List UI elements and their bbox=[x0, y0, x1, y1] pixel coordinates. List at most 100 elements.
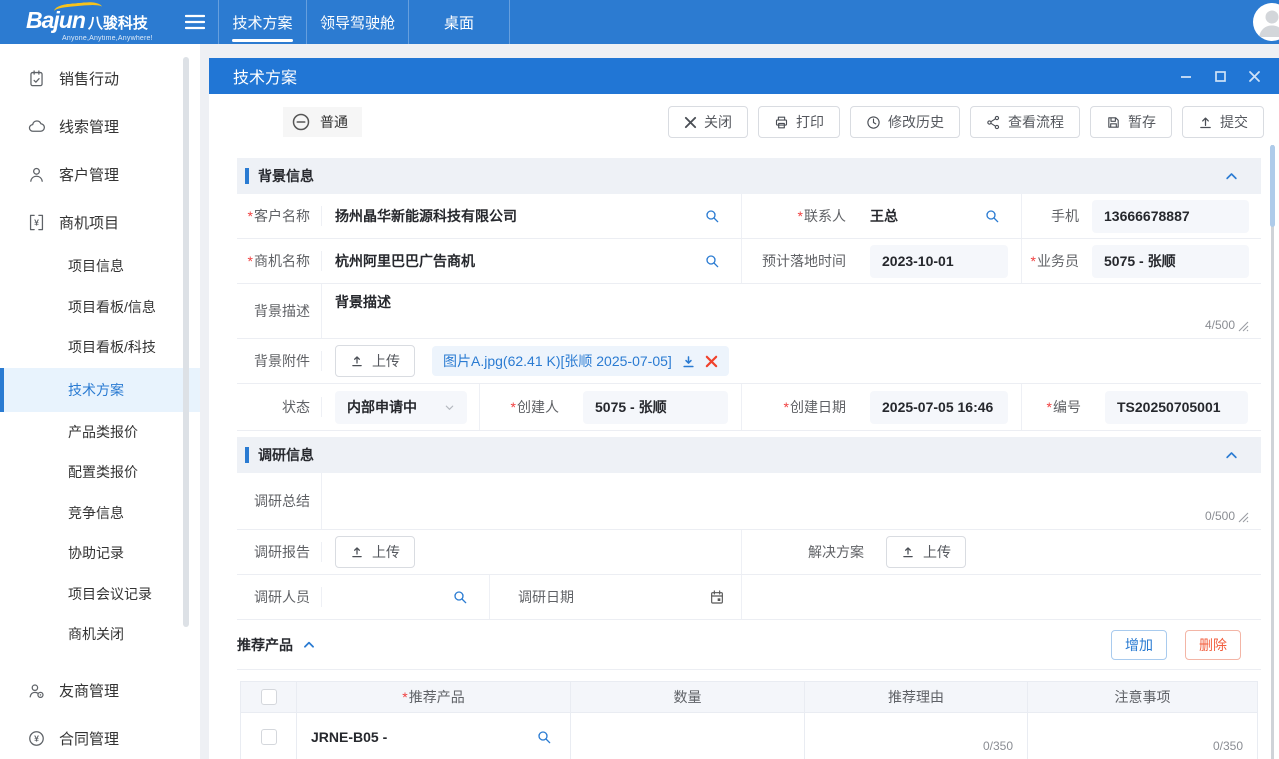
background-desc-label: 背景描述 bbox=[237, 284, 322, 338]
sidebar-scrollbar[interactable] bbox=[183, 57, 189, 627]
search-icon[interactable] bbox=[704, 208, 720, 224]
chevron-up-icon[interactable] bbox=[1224, 448, 1239, 463]
save-draft-button[interactable]: 暂存 bbox=[1090, 106, 1172, 138]
close-button[interactable]: 关闭 bbox=[668, 106, 748, 138]
window-scrollbar-track[interactable] bbox=[1271, 145, 1274, 759]
sidebar-item-opportunity-close[interactable]: 商机关闭 bbox=[0, 614, 200, 655]
opportunity-name-label: *商机名称 bbox=[237, 251, 322, 271]
contact-field[interactable]: 王总 bbox=[857, 194, 1022, 238]
tab-leader-cockpit[interactable]: 领导驾驶舱 bbox=[306, 0, 408, 44]
created-date-value[interactable]: 2025-07-05 16:46 bbox=[870, 391, 1008, 424]
background-desc-textarea[interactable]: 背景描述 4/500 bbox=[322, 284, 1261, 338]
minimize-icon[interactable] bbox=[1179, 69, 1193, 83]
window-scrollbar-thumb[interactable] bbox=[1270, 145, 1275, 227]
sidebar-item-leads[interactable]: 线索管理 bbox=[0, 102, 200, 150]
tab-desktop[interactable]: 桌面 bbox=[408, 0, 510, 44]
sidebar-item-config-quote[interactable]: 配置类报价 bbox=[0, 452, 200, 493]
sidebar-item-board-info[interactable]: 项目看板/信息 bbox=[0, 287, 200, 328]
tab-tech-proposal[interactable]: 技术方案 bbox=[218, 0, 306, 44]
sidebar-item-sales-action[interactable]: 销售行动 bbox=[0, 54, 200, 102]
yen-circle-icon: ¥ bbox=[27, 729, 59, 748]
workspace: 技术方案 普通 关闭 bbox=[200, 44, 1279, 759]
creator-value[interactable]: 5075 - 张顺 bbox=[583, 391, 728, 424]
caret-down-icon bbox=[444, 402, 455, 413]
upload-button[interactable]: 上传 bbox=[335, 345, 415, 377]
salesman-value[interactable]: 5075 - 张顺 bbox=[1092, 245, 1249, 278]
mobile-value[interactable]: 13666678887 bbox=[1092, 200, 1249, 233]
reason-field[interactable]: 0/350 bbox=[805, 713, 1028, 759]
survey-summary-textarea[interactable]: 0/500 bbox=[322, 473, 1261, 529]
sidebar-item-tech-proposal[interactable]: 技术方案 bbox=[0, 368, 200, 412]
note-field[interactable]: 0/350 bbox=[1028, 713, 1257, 759]
download-icon[interactable] bbox=[681, 354, 696, 369]
product-field[interactable]: JRNE-B05 - bbox=[297, 713, 571, 759]
status-value: 内部申请中 bbox=[347, 397, 417, 417]
remove-attachment-icon[interactable] bbox=[705, 355, 718, 368]
sidebar-item-board-tech[interactable]: 项目看板/科技 bbox=[0, 327, 200, 368]
add-product-button[interactable]: 增加 bbox=[1111, 630, 1167, 660]
customer-name-label: *客户名称 bbox=[237, 206, 322, 226]
window-titlebar: 技术方案 bbox=[209, 58, 1279, 94]
window-toolbar: 关闭 打印 修改历史 查看流程 bbox=[668, 106, 1264, 138]
sidebar-item-customers[interactable]: 客户管理 bbox=[0, 150, 200, 198]
upload-icon bbox=[1198, 115, 1213, 130]
search-icon[interactable] bbox=[536, 729, 552, 745]
cloud-icon bbox=[27, 117, 59, 136]
sidebar-item-partners[interactable]: 友商管理 bbox=[0, 667, 200, 715]
view-flow-button[interactable]: 查看流程 bbox=[970, 106, 1080, 138]
history-button[interactable]: 修改历史 bbox=[850, 106, 960, 138]
delete-product-button[interactable]: 删除 bbox=[1185, 630, 1241, 660]
user-icon bbox=[27, 165, 59, 184]
sidebar-item-contracts[interactable]: ¥ 合同管理 bbox=[0, 715, 200, 759]
menu-toggle-icon[interactable] bbox=[172, 0, 218, 44]
printer-icon bbox=[774, 115, 789, 130]
user-avatar[interactable] bbox=[1253, 3, 1279, 41]
svg-text:¥: ¥ bbox=[34, 217, 39, 227]
close-window-icon[interactable] bbox=[1248, 70, 1261, 83]
status-select[interactable]: 内部申请中 bbox=[335, 391, 467, 424]
window-body: 普通 关闭 打印 修改历史 bbox=[209, 94, 1279, 759]
sidebar-item-product-quote[interactable]: 产品类报价 bbox=[0, 412, 200, 453]
maximize-icon[interactable] bbox=[1214, 70, 1227, 83]
select-all-checkbox[interactable] bbox=[261, 689, 277, 705]
submit-button[interactable]: 提交 bbox=[1182, 106, 1264, 138]
sidebar-item-meeting-record[interactable]: 项目会议记录 bbox=[0, 574, 200, 615]
chevron-up-icon[interactable] bbox=[1224, 169, 1239, 184]
search-icon[interactable] bbox=[452, 589, 468, 605]
print-button[interactable]: 打印 bbox=[758, 106, 840, 138]
priority-badge[interactable]: 普通 bbox=[283, 107, 362, 137]
upload-button[interactable]: 上传 bbox=[886, 536, 966, 568]
search-icon[interactable] bbox=[704, 253, 720, 269]
sidebar-item-opportunities[interactable]: ¥ 商机项目 bbox=[0, 198, 200, 246]
landing-date-field: 2023-10-01 bbox=[857, 239, 1022, 283]
solution-label: 解决方案 bbox=[742, 542, 875, 562]
col-note-header: 注意事项 bbox=[1028, 682, 1257, 712]
calendar-icon[interactable] bbox=[709, 589, 725, 605]
search-icon[interactable] bbox=[984, 208, 1000, 224]
section-background-title: 背景信息 bbox=[258, 166, 314, 186]
qty-field[interactable] bbox=[571, 713, 805, 759]
resize-grip-icon[interactable] bbox=[1237, 511, 1249, 523]
upload-button[interactable]: 上传 bbox=[335, 536, 415, 568]
resize-grip-icon[interactable] bbox=[1237, 320, 1249, 332]
note-char-counter: 0/350 bbox=[1213, 739, 1243, 753]
opportunity-name-field[interactable]: 杭州阿里巴巴广告商机 bbox=[322, 239, 742, 283]
sidebar-item-assist-record[interactable]: 协助记录 bbox=[0, 533, 200, 574]
sidebar-item-project-info[interactable]: 项目信息 bbox=[0, 246, 200, 287]
landing-date-value[interactable]: 2023-10-01 bbox=[870, 245, 1008, 278]
survey-person-field[interactable] bbox=[322, 575, 490, 619]
sidebar-item-competition-info[interactable]: 竞争信息 bbox=[0, 493, 200, 534]
sidebar: 销售行动 线索管理 客户管理 ¥ 商机项目 项目信息 项目看板/信息 项目看板/… bbox=[0, 44, 200, 759]
customer-name-field[interactable]: 扬州晶华新能源科技有限公司 bbox=[322, 194, 742, 238]
upload-icon bbox=[350, 354, 364, 368]
attachment-chip: 图片A.jpg(62.41 K)[张顺 2025-07-05] bbox=[432, 346, 729, 376]
attachment-file-name[interactable]: 图片A.jpg(62.41 K)[张顺 2025-07-05] bbox=[443, 351, 672, 371]
upload-icon bbox=[350, 545, 364, 559]
survey-date-field[interactable] bbox=[585, 575, 742, 619]
background-attach-label: 背景附件 bbox=[237, 351, 322, 371]
number-value[interactable]: TS20250705001 bbox=[1105, 391, 1248, 424]
chevron-up-icon[interactable] bbox=[302, 638, 316, 652]
row-checkbox[interactable] bbox=[261, 729, 277, 745]
upload-icon bbox=[901, 545, 915, 559]
brand-name-cn: 八骏科技 bbox=[88, 12, 148, 33]
